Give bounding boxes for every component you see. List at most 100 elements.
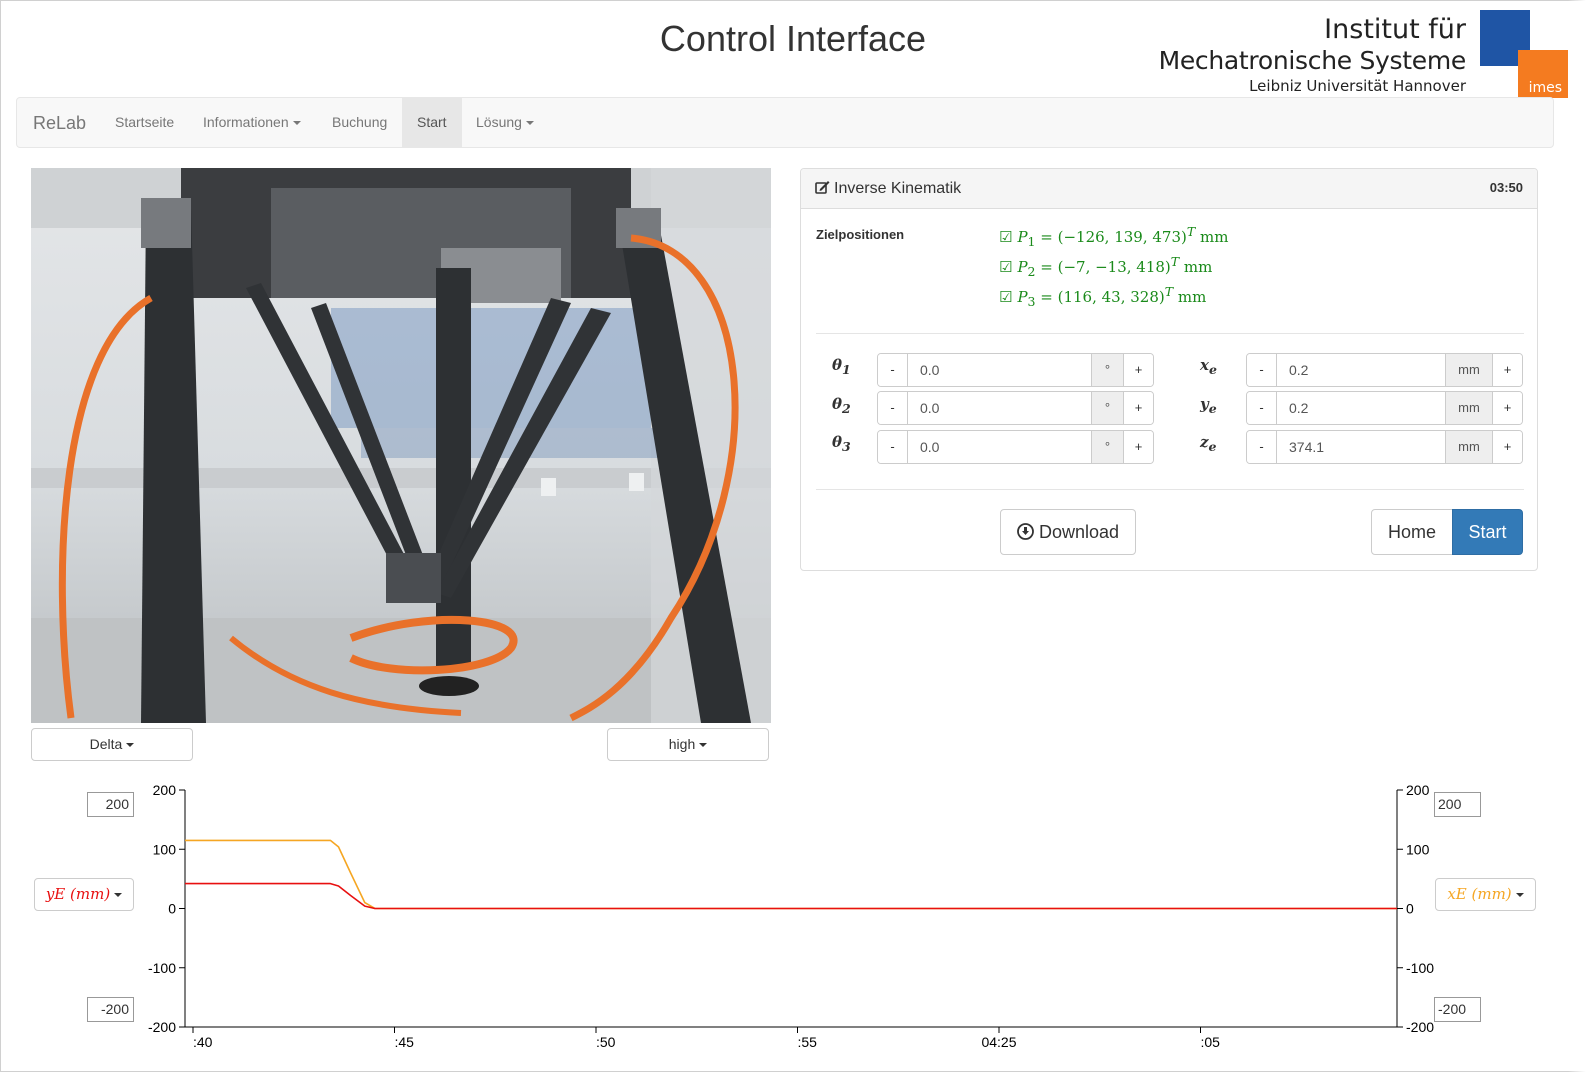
series-line-x-e	[185, 839, 1397, 910]
y-e-input[interactable]: 0.2	[1277, 392, 1445, 424]
download-circle-icon	[1017, 523, 1034, 540]
camera-stream	[31, 168, 771, 723]
symbol-sub: 1	[842, 362, 851, 377]
unit-addon: mm	[1445, 354, 1492, 386]
divider	[816, 333, 1524, 334]
symbol: θ	[832, 395, 843, 413]
theta-3-label: θ3	[832, 433, 851, 454]
x-e-input[interactable]: 0.2	[1277, 354, 1445, 386]
symbol: z	[1200, 433, 1209, 451]
target-coords: (−126, 139, 473)	[1057, 228, 1187, 246]
theta-2-label: θ2	[832, 395, 851, 416]
theta-1-input[interactable]: 0.0	[908, 354, 1091, 386]
logo-line-3: Leibniz Universität Hannover	[1249, 77, 1466, 95]
logo-line-1: Institut für	[1324, 14, 1466, 45]
y-e-decrement-button[interactable]: -	[1247, 392, 1277, 424]
institute-logo: Institut für Mechatronische Systeme Leib…	[1138, 10, 1568, 98]
x-e-label: xe	[1200, 356, 1217, 377]
z-e-decrement-button[interactable]: -	[1247, 431, 1277, 463]
symbol: y	[1200, 395, 1209, 413]
target-coords: (116, 43, 328)	[1057, 288, 1165, 306]
left-y-tick-label: 100	[153, 841, 177, 857]
x-tick-label: :50	[596, 1034, 616, 1050]
left-y-tick-label: 0	[168, 901, 176, 917]
target-exp: T	[1186, 224, 1196, 239]
target-sub: 3	[1027, 294, 1036, 309]
inverse-kinematics-panel: Inverse Kinematik 03:50 Zielpositionen ☑…	[800, 168, 1538, 571]
edit-icon	[815, 181, 830, 194]
quality-select-dropdown[interactable]: high	[607, 728, 769, 761]
nav-item-label: Start	[417, 114, 447, 130]
nav-item-label: Buchung	[332, 114, 388, 130]
logo-orange-square: imes	[1518, 50, 1568, 98]
symbol-sub: 2	[842, 401, 851, 416]
right-y-tick-label: 0	[1406, 901, 1414, 917]
nav-item-informationen[interactable]: Informationen	[188, 98, 316, 147]
symbol-sub: 3	[842, 439, 851, 454]
theta-2-input[interactable]: 0.0	[908, 392, 1091, 424]
theta-3-increment-button[interactable]: +	[1123, 431, 1153, 463]
nav-item-buchung[interactable]: Buchung	[317, 98, 402, 147]
right-y-tick-label: -100	[1406, 960, 1434, 976]
symbol-sub: e	[1208, 401, 1217, 416]
target-position-1: ☑ P1 = (−126, 139, 473)T mm	[999, 224, 1229, 249]
nav-item-startseite[interactable]: Startseite	[100, 98, 189, 147]
nav-item-label: Lösung	[476, 114, 522, 130]
target-name: P	[1017, 288, 1028, 306]
theta-1-label: θ1	[832, 356, 851, 377]
theta-3-decrement-button[interactable]: -	[878, 431, 908, 463]
robot-select-dropdown[interactable]: Delta	[31, 728, 193, 761]
logo-badge: imes	[1528, 80, 1562, 96]
target-exp: T	[1164, 284, 1174, 299]
x-e-decrement-button[interactable]: -	[1247, 354, 1277, 386]
series-line-y-e	[185, 882, 1397, 910]
trajectory-chart-area: 200 -200 200 -200 yE (mm) xE (mm) 200 200…	[0, 770, 1568, 1070]
theta-3-input-group: - 0.0 ° +	[877, 430, 1154, 464]
caret-down-icon	[126, 743, 135, 748]
x-e-increment-button[interactable]: +	[1492, 354, 1522, 386]
z-e-increment-button[interactable]: +	[1492, 431, 1522, 463]
home-button[interactable]: Home	[1371, 509, 1453, 555]
panel-heading: Inverse Kinematik 03:50	[801, 169, 1537, 209]
nav-item-loesung[interactable]: Lösung	[461, 98, 549, 147]
nav-item-start[interactable]: Start	[402, 98, 462, 147]
navbar-brand[interactable]: ReLab	[33, 113, 86, 134]
theta-3-input[interactable]: 0.0	[908, 431, 1091, 463]
check-square-icon: ☑	[999, 258, 1013, 276]
nav-item-label: Startseite	[115, 114, 175, 130]
quality-select-label: high	[668, 736, 696, 752]
x-tick-label: :55	[798, 1034, 818, 1050]
target-positions-label: Zielpositionen	[816, 227, 905, 242]
logo-text: Institut für Mechatronische Systeme Leib…	[1159, 14, 1467, 96]
theta-1-increment-button[interactable]: +	[1123, 354, 1153, 386]
right-y-tick-label: 100	[1406, 841, 1430, 857]
target-coords: (−7, −13, 418)	[1057, 258, 1171, 276]
target-name: P	[1017, 258, 1028, 276]
caret-down-icon	[525, 121, 534, 126]
y-e-increment-button[interactable]: +	[1492, 392, 1522, 424]
panel-title: Inverse Kinematik	[815, 180, 961, 198]
z-e-input-group: - 374.1 mm +	[1246, 430, 1523, 464]
theta-2-decrement-button[interactable]: -	[878, 392, 908, 424]
target-unit: mm	[1177, 288, 1207, 306]
navbar: ReLab Startseite Informationen Buchung S…	[16, 97, 1554, 148]
symbol: x	[1200, 356, 1209, 374]
delta-robot-image	[31, 168, 771, 723]
theta-2-input-group: - 0.0 ° +	[877, 391, 1154, 425]
download-button[interactable]: Download	[1000, 509, 1136, 555]
left-y-tick-label: 200	[153, 782, 177, 798]
caret-down-icon	[292, 121, 301, 126]
nav-item-label: Informationen	[203, 114, 289, 130]
start-button[interactable]: Start	[1452, 509, 1523, 555]
theta-2-increment-button[interactable]: +	[1123, 392, 1153, 424]
theta-1-decrement-button[interactable]: -	[878, 354, 908, 386]
symbol-sub: e	[1208, 362, 1217, 377]
left-y-tick-label: -200	[148, 1019, 176, 1035]
trajectory-chart: 200 200 100 100 0 0 -100 -100 -200 -200:40:45:50:…	[148, 782, 1434, 1050]
session-timer: 03:50	[1489, 180, 1523, 195]
target-unit: mm	[1199, 228, 1229, 246]
divider	[816, 489, 1524, 490]
z-e-input[interactable]: 374.1	[1277, 431, 1445, 463]
target-unit: mm	[1183, 258, 1213, 276]
unit-addon: mm	[1445, 392, 1492, 424]
